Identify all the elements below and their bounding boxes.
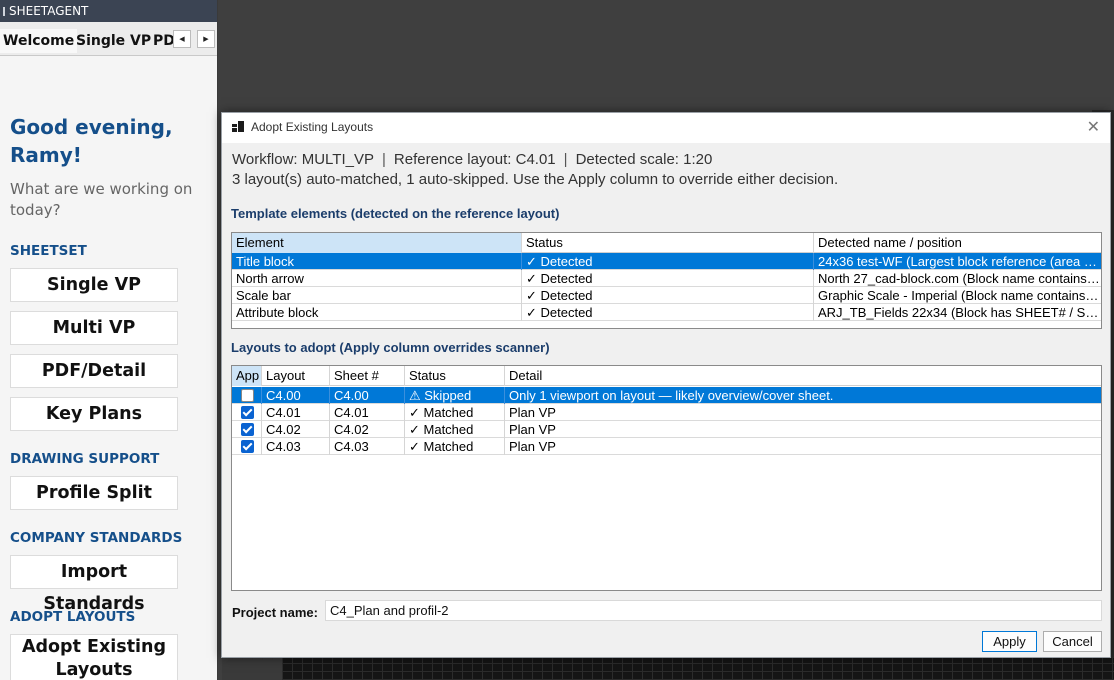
drawing-grid [282,658,1114,680]
tab-single-vp[interactable]: Single VP [73,29,154,53]
adopt-existing-layouts-button[interactable]: Adopt Existing Layouts [10,634,178,680]
element-cell: North arrow [232,270,522,287]
sheet-cell: C4.00 [330,387,405,404]
column-header-status[interactable]: Status [522,233,814,253]
status-cell: ✓ Matched [405,438,505,455]
apply-button[interactable]: Apply [982,631,1037,652]
layout-cell: C4.02 [262,421,330,438]
detail-cell: Only 1 viewport on layout — likely overv… [509,388,834,403]
profile-split-button[interactable]: Profile Split [10,476,178,510]
table-row[interactable]: C4.00 C4.00 ⚠ Skipped Only 1 viewport on… [232,387,1101,404]
table-row[interactable]: C4.03 C4.03 ✓ Matched Plan VP [232,438,1101,455]
detail-cell: Plan VP [509,405,556,420]
tab-scroll-right-icon[interactable]: ▶ [197,30,215,48]
status-cell: ✓ Matched [405,421,505,438]
import-standards-button[interactable]: Import Standards [10,555,178,614]
table-row[interactable]: C4.01 C4.01 ✓ Matched Plan VP [232,404,1101,421]
multi-vp-button[interactable]: Multi VP [10,311,178,345]
sheet-cell: C4.01 [330,404,405,421]
status-cell: ✓ Detected [522,253,814,270]
section-header-company-standards: COMPANY STANDARDS [10,530,183,546]
column-header-sheet[interactable]: Sheet # [330,366,405,386]
reference-text: Reference layout: C4.01 [393,151,556,168]
status-cell: ✓ Detected [522,270,814,287]
separator: | [381,151,386,168]
section-header-drawing-support: DRAWING SUPPORT [10,451,160,467]
tab-scroll-left-icon[interactable]: ◀ [173,30,191,48]
layout-cell: C4.03 [262,438,330,455]
palette-title: SHEETAGENT [9,4,89,18]
apply-cell [232,421,262,438]
summary-text: 3 layout(s) auto-matched, 1 auto-skipped… [232,171,839,188]
element-cell: Scale bar [232,287,522,304]
detected-cell: ARJ_TB_Fields 22x34 (Block has SHEET# / … [818,305,1101,320]
column-header-layout[interactable]: Layout [262,366,330,386]
detail-cell: Plan VP [509,439,556,454]
layout-cell: C4.01 [262,404,330,421]
table-row[interactable]: C4.02 C4.02 ✓ Matched Plan VP [232,421,1101,438]
template-elements-title: Template elements (detected on the refer… [231,206,560,221]
pdf-detail-button[interactable]: PDF/Detail [10,354,178,388]
column-header-apply[interactable]: App [232,366,262,386]
grip-icon[interactable] [3,7,5,16]
element-cell: Title block [232,253,522,270]
column-header-detail[interactable]: Detail [505,366,1101,386]
column-header-element[interactable]: Element [232,233,522,253]
column-header-status[interactable]: Status [405,366,505,386]
table-header: Element Status Detected name / position [232,233,1101,253]
single-vp-button[interactable]: Single VP [10,268,178,302]
app-icon [232,121,244,133]
status-cell: ✓ Detected [522,287,814,304]
workflow-info: Workflow: MULTI_VP | Reference layout: C4.… [232,151,712,168]
detected-cell: 24x36 test-WF (Largest block reference (… [818,254,1101,269]
status-cell: ✓ Detected [522,304,814,321]
status-cell: ⚠ Skipped [405,387,505,404]
adopt-layouts-dialog: Adopt Existing Layouts ✕ Workflow: MULTI… [221,112,1111,658]
workflow-text: Workflow: MULTI_VP [232,151,374,168]
element-cell: Attribute block [232,304,522,321]
detected-cell: Graphic Scale - Imperial (Block name con… [818,288,1101,303]
apply-cell [232,387,262,404]
sheetagent-palette: SHEETAGENT Welcome Single VP PD ◀ ▶ Good… [0,0,218,680]
apply-checkbox[interactable] [241,406,254,419]
drawing-canvas-margin [222,658,282,680]
dialog-titlebar[interactable]: Adopt Existing Layouts ✕ [222,113,1110,143]
table-row[interactable]: Attribute block ✓ Detected ARJ_TB_Fields… [232,304,1101,321]
tab-welcome[interactable]: Welcome [0,29,78,53]
sheet-cell: C4.03 [330,438,405,455]
detected-cell: North 27_cad-block.com (Block name conta… [818,271,1101,286]
key-plans-button[interactable]: Key Plans [10,397,178,431]
column-header-detected[interactable]: Detected name / position [814,233,1101,253]
apply-cell [232,404,262,421]
apply-checkbox[interactable] [241,389,254,402]
greeting: Good evening, Ramy! [10,115,173,167]
apply-checkbox[interactable] [241,423,254,436]
apply-cell [232,438,262,455]
cancel-button[interactable]: Cancel [1043,631,1102,652]
sheet-cell: C4.02 [330,421,405,438]
table-row[interactable]: Scale bar ✓ Detected Graphic Scale - Imp… [232,287,1101,304]
close-icon[interactable]: ✕ [1087,117,1100,137]
layouts-table: App Layout Sheet # Status Detail C4.00 C… [231,365,1102,591]
dialog-title: Adopt Existing Layouts [251,120,374,134]
table-header: App Layout Sheet # Status Detail [232,366,1101,386]
apply-checkbox[interactable] [241,440,254,453]
layouts-to-adopt-title: Layouts to adopt (Apply column overrides… [231,340,550,355]
table-row[interactable]: North arrow ✓ Detected North 27_cad-bloc… [232,270,1101,287]
section-header-sheetset: SHEETSET [10,243,87,259]
palette-body: Good evening, Ramy! What are we working … [0,113,217,680]
table-row[interactable]: Title block ✓ Detected 24x36 test-WF (La… [232,253,1101,270]
separator: | [563,151,568,168]
layout-cell: C4.00 [262,387,330,404]
subgreeting: What are we working on today? [10,180,193,219]
project-name-label: Project name: [232,605,318,620]
section-header-adopt-layouts: ADOPT LAYOUTS [10,609,136,625]
scale-text: Detected scale: 1:20 [575,151,713,168]
palette-titlebar[interactable]: SHEETAGENT [0,0,217,22]
template-elements-table: Element Status Detected name / position … [231,232,1102,329]
detail-cell: Plan VP [509,422,556,437]
status-cell: ✓ Matched [405,404,505,421]
project-name-input[interactable] [325,600,1102,621]
